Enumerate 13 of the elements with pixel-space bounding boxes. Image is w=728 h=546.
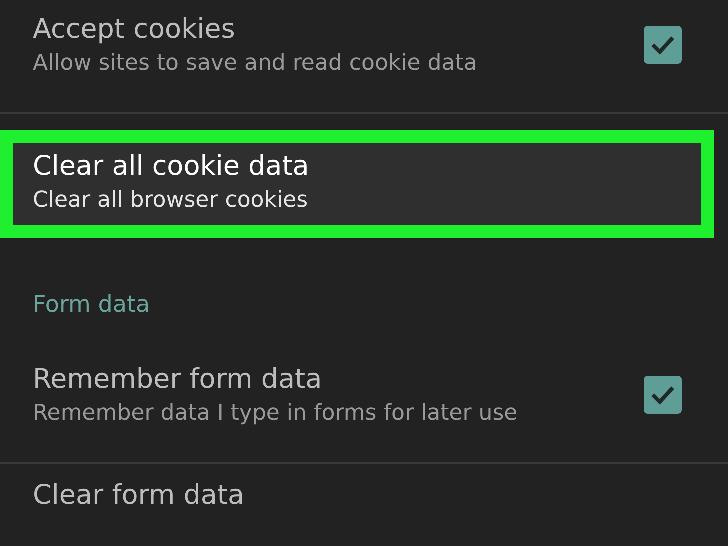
setting-title: Accept cookies [33,14,236,45]
setting-title: Remember form data [33,364,324,395]
setting-title: Clear all cookie data [33,151,310,182]
checkbox[interactable] [644,26,682,64]
setting-description: Remember data I type in forms for later use [33,401,518,426]
setting-description: Clear all browser cookies [33,188,310,213]
section-header: Form data [32,291,152,320]
checkbox[interactable] [644,376,682,414]
setting-title[interactable]: Clear form data [33,480,695,511]
checkmark-icon [650,34,676,56]
highlighted-setting-row[interactable]: Clear all cookie data Clear all browser cookies [0,130,714,238]
setting-description: Allow sites to save and read cookie data [33,51,478,76]
checkmark-icon [650,384,676,406]
